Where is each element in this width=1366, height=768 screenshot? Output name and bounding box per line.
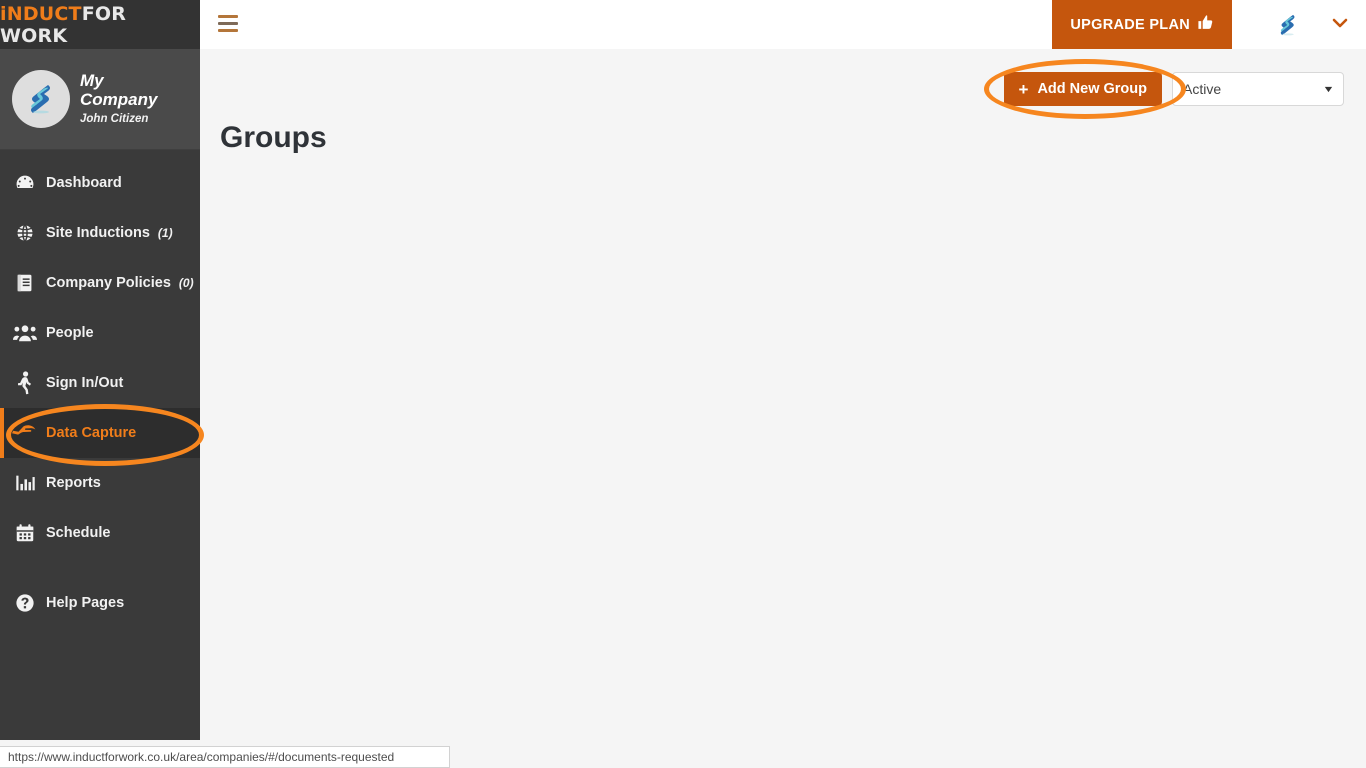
sidebar-nav: Dashboard Site Inductions (1) Company Po… [0, 150, 200, 628]
sidebar: iNDUCTFOR WORK My Company John Citizen D… [0, 0, 200, 740]
plus-icon: + [1018, 79, 1029, 99]
sidebar-item-label: People [46, 325, 94, 341]
add-new-group-label: Add New Group [1037, 81, 1147, 97]
upgrade-plan-button[interactable]: UPGRADE PLAN [1052, 0, 1232, 49]
sidebar-item-people[interactable]: People [0, 308, 200, 358]
sidebar-item-sign-in-out[interactable]: Sign In/Out [0, 358, 200, 408]
sidebar-item-dashboard[interactable]: Dashboard [0, 158, 200, 208]
account-logo-icon[interactable] [1272, 9, 1304, 41]
sidebar-item-label: Reports [46, 475, 101, 491]
add-new-group-button[interactable]: + Add New Group [1003, 72, 1162, 106]
sidebar-item-label: Company Policies [46, 275, 171, 291]
sidebar-item-label: Help Pages [46, 595, 125, 611]
sidebar-item-company-policies[interactable]: Company Policies (0) [0, 258, 200, 308]
app-window: iNDUCTFOR WORK My Company John Citizen D… [0, 0, 1366, 768]
sidebar-item-count: (0) [178, 276, 194, 290]
sidebar-item-label: Sign In/Out [46, 375, 124, 391]
gauge-icon [10, 172, 40, 194]
sidebar-item-label: Data Capture [46, 425, 137, 441]
status-filter-value: Active [1183, 81, 1222, 97]
caret-down-icon: ▼ [1322, 84, 1335, 94]
status-filter-select[interactable]: Active ▼ [1172, 72, 1344, 106]
globe-icon [10, 222, 40, 244]
sidebar-item-label: Dashboard [46, 175, 122, 191]
upgrade-plan-label: UPGRADE PLAN [1070, 16, 1190, 33]
sidebar-item-data-capture[interactable]: Data Capture [0, 408, 200, 458]
sidebar-item-reports[interactable]: Reports [0, 458, 200, 508]
brand-logo[interactable]: iNDUCTFOR WORK [0, 0, 200, 49]
thumbs-up-icon [1197, 14, 1214, 35]
sidebar-item-count: (1) [157, 226, 173, 240]
groups-toolbar: + Add New Group Active ▼ [1003, 72, 1344, 106]
calendar-icon [10, 522, 40, 544]
bar-chart-icon [10, 472, 40, 494]
sidebar-divider-gap [0, 558, 200, 578]
company-user: John Citizen [80, 113, 149, 126]
induct-logo-avatar-icon [31, 85, 50, 114]
brand-logo-prefix: iNDUCT [0, 2, 82, 25]
company-profile[interactable]: My Company John Citizen [0, 49, 200, 150]
question-circle-icon [10, 592, 40, 614]
page-title: Groups [220, 121, 327, 154]
hamburger-icon[interactable] [218, 15, 238, 33]
status-bar-url: https://www.inductforwork.co.uk/area/com… [0, 746, 450, 768]
hand-receive-icon [10, 424, 40, 442]
sidebar-item-label: Site Inductions [46, 225, 150, 241]
main-content: + Add New Group Active ▼ Groups [200, 49, 1366, 740]
chevron-down-icon[interactable] [1332, 16, 1348, 34]
sidebar-item-label: Schedule [46, 525, 111, 541]
top-bar: UPGRADE PLAN [200, 0, 1366, 49]
book-icon [10, 272, 40, 294]
company-name: My Company [80, 70, 158, 109]
walking-icon [10, 371, 40, 395]
sidebar-item-schedule[interactable]: Schedule [0, 508, 200, 558]
sidebar-item-help-pages[interactable]: Help Pages [0, 578, 200, 628]
avatar [12, 70, 70, 128]
sidebar-item-site-inductions[interactable]: Site Inductions (1) [0, 208, 200, 258]
people-icon [10, 322, 40, 344]
